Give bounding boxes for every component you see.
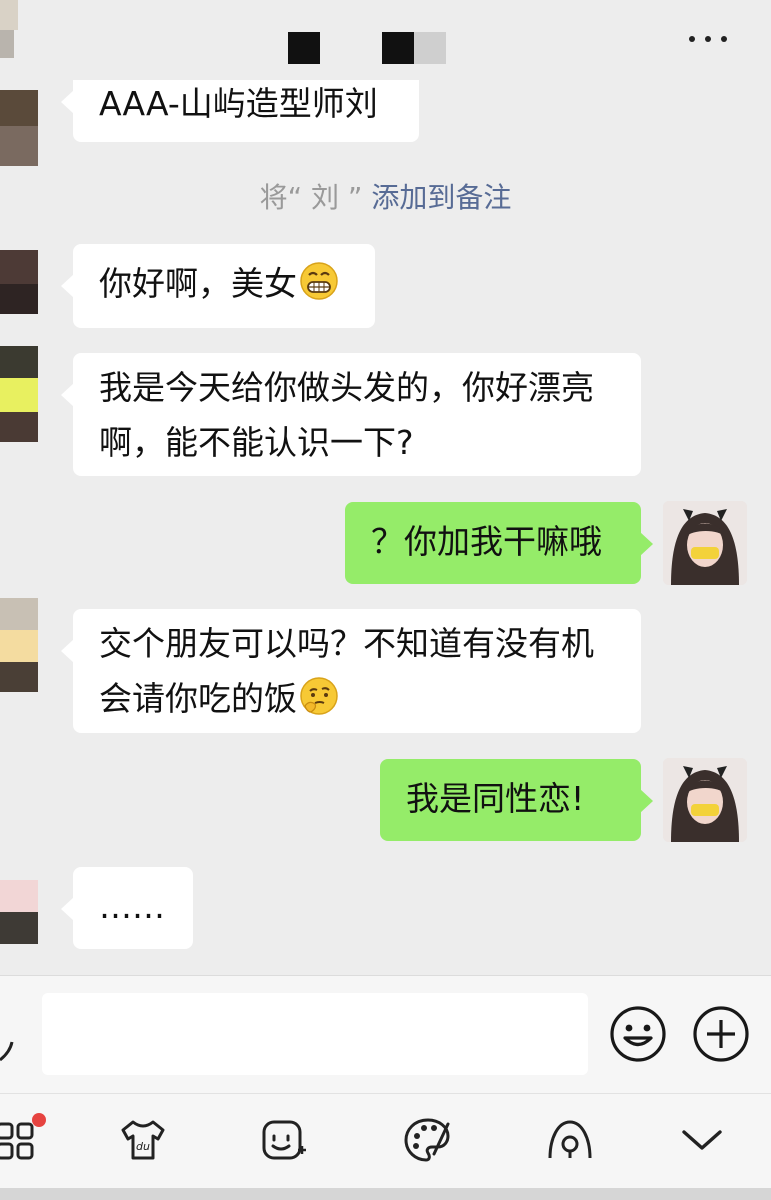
- voice-toggle-icon[interactable]: [0, 1016, 14, 1066]
- user-photo-icon: [663, 758, 747, 842]
- message-text: 你好啊，美女: [99, 264, 297, 303]
- system-note-text: 将“ 刘 ”: [259, 181, 363, 214]
- more-dots-icon: [721, 36, 727, 42]
- self-avatar[interactable]: [663, 758, 747, 842]
- message-text: 你好啊，美女: [99, 256, 349, 311]
- message-text: 我是同性恋!: [406, 779, 585, 818]
- chat-header: [0, 0, 771, 80]
- message-text: 会请你吃的饭: [99, 671, 615, 726]
- svg-text:du: du: [136, 1140, 150, 1153]
- contact-avatar[interactable]: [0, 250, 38, 314]
- self-avatar[interactable]: [663, 501, 747, 585]
- message-text: 交个朋友可以吗？不知道有没有机: [99, 624, 594, 663]
- message-text: ……: [99, 887, 165, 926]
- message-input[interactable]: [42, 993, 588, 1075]
- title-block-icon: [414, 32, 446, 64]
- plus-circle-icon[interactable]: [692, 1005, 750, 1063]
- chevron-down-icon[interactable]: [676, 1114, 728, 1166]
- message-bubble-incoming[interactable]: ……: [61, 867, 193, 949]
- home-indicator-area: [0, 1188, 771, 1200]
- chat-screen: AAA-山屿造型师刘 将“ 刘 ” 添加到备注 你好啊，美女 我是今天给你做头发…: [0, 0, 771, 1200]
- message-bubble-incoming[interactable]: 你好啊，美女: [61, 244, 375, 328]
- message-text: 啊，能不能认识一下?: [99, 423, 414, 462]
- title-block-icon: [382, 32, 414, 64]
- add-remark-link[interactable]: 添加到备注: [371, 181, 511, 214]
- message-list[interactable]: AAA-山屿造型师刘 将“ 刘 ” 添加到备注 你好啊，美女 我是今天给你做头发…: [0, 80, 771, 975]
- message-bubble-incoming[interactable]: 我是今天给你做头发的，你好漂亮 啊，能不能认识一下?: [61, 353, 641, 476]
- contact-avatar[interactable]: [0, 880, 38, 944]
- back-area-mosaic[interactable]: [0, 0, 18, 30]
- contact-avatar[interactable]: [0, 598, 38, 692]
- message-text: AAA-山屿造型师刘: [99, 84, 378, 123]
- sticker-face-icon[interactable]: [258, 1114, 310, 1166]
- message-text: 我是今天给你做头发的，你好漂亮: [99, 368, 594, 407]
- system-note: 将“ 刘 ” 添加到备注: [0, 176, 771, 216]
- notification-badge: [32, 1113, 46, 1127]
- message-text: 会请你吃的饭: [99, 679, 297, 718]
- palette-icon[interactable]: [402, 1114, 454, 1166]
- title-block-icon: [288, 32, 320, 64]
- contact-avatar[interactable]: [0, 90, 38, 166]
- message-text: ？你加我干嘛哦: [371, 522, 602, 561]
- grin-emoji-icon: [300, 262, 338, 300]
- back-area-mosaic: [0, 30, 14, 58]
- input-bar: [0, 975, 771, 1093]
- message-bubble-incoming[interactable]: AAA-山屿造型师刘: [61, 80, 419, 142]
- message-bubble-outgoing[interactable]: 我是同性恋!: [380, 759, 653, 841]
- user-photo-icon: [663, 501, 747, 585]
- tshirt-du-icon[interactable]: du: [117, 1114, 169, 1166]
- message-bubble-outgoing[interactable]: ？你加我干嘛哦: [345, 502, 653, 584]
- thinking-emoji-icon: [300, 677, 338, 715]
- more-options-button[interactable]: [683, 24, 743, 54]
- more-dots-icon: [705, 36, 711, 42]
- message-bubble-incoming[interactable]: 交个朋友可以吗？不知道有没有机 会请你吃的饭: [61, 609, 641, 733]
- tool-bar: du: [0, 1093, 771, 1188]
- smiley-icon[interactable]: [609, 1005, 667, 1063]
- more-dots-icon: [689, 36, 695, 42]
- location-icon[interactable]: [544, 1114, 596, 1166]
- contact-avatar[interactable]: [0, 346, 38, 442]
